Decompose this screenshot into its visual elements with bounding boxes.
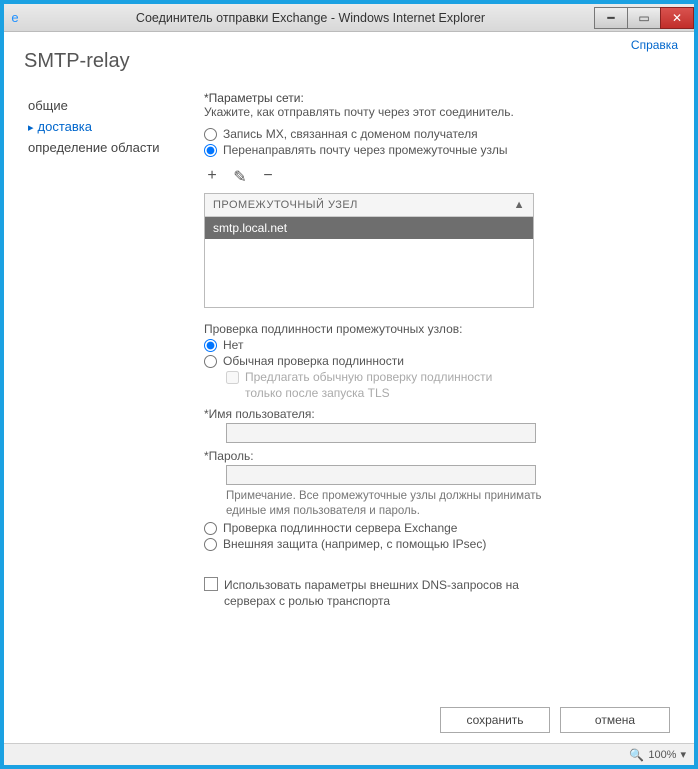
- auth-section-label: Проверка подлинности промежуточных узлов…: [204, 322, 678, 336]
- auth-note: Примечание. Все промежуточные узлы должн…: [226, 489, 546, 519]
- username-label: *Имя пользователя:: [204, 407, 678, 421]
- radio-smarthost-label: Перенаправлять почту через промежуточные…: [223, 143, 508, 157]
- smarthost-toolbar: + ✎ −: [204, 167, 678, 187]
- add-icon[interactable]: +: [204, 167, 220, 187]
- ie-icon: e: [4, 10, 26, 25]
- radio-auth-none[interactable]: [204, 339, 217, 352]
- save-button[interactable]: сохранить: [440, 707, 550, 733]
- remove-icon[interactable]: −: [260, 167, 276, 187]
- smarthost-list: ПРОМЕЖУТОЧНЫЙ УЗЕЛ ▲ smtp.local.net: [204, 193, 534, 308]
- radio-auth-basic-label: Обычная проверка подлинности: [223, 354, 404, 368]
- net-params-label: *Параметры сети:: [204, 91, 678, 105]
- edit-icon[interactable]: ✎: [232, 167, 248, 187]
- help-link[interactable]: Справка: [631, 38, 678, 52]
- radio-auth-none-label: Нет: [223, 338, 243, 352]
- close-button[interactable]: ✕: [660, 7, 694, 29]
- cancel-button[interactable]: отмена: [560, 707, 670, 733]
- sort-icon[interactable]: ▲: [514, 199, 525, 211]
- list-header-label: ПРОМЕЖУТОЧНЫЙ УЗЕЛ: [213, 199, 358, 211]
- radio-auth-exchange[interactable]: [204, 522, 217, 535]
- smarthost-list-body: smtp.local.net: [205, 217, 533, 307]
- radio-auth-exchange-label: Проверка подлинности сервера Exchange: [223, 521, 457, 535]
- sidebar: общие доставка определение области: [20, 91, 180, 697]
- statusbar: 🔍 100% ▾: [4, 743, 694, 765]
- sidebar-item-scope[interactable]: определение области: [20, 137, 180, 158]
- footer: сохранить отмена: [20, 697, 678, 739]
- list-item[interactable]: smtp.local.net: [205, 217, 533, 239]
- titlebar: e Соединитель отправки Exchange - Window…: [4, 4, 694, 32]
- zoom-dropdown-icon[interactable]: ▾: [680, 748, 686, 761]
- maximize-button[interactable]: ▭: [627, 7, 661, 29]
- main-panel: *Параметры сети: Укажите, как отправлять…: [204, 91, 678, 697]
- minimize-button[interactable]: ━: [594, 7, 628, 29]
- username-field: [226, 423, 536, 443]
- smarthost-list-header[interactable]: ПРОМЕЖУТОЧНЫЙ УЗЕЛ ▲: [205, 194, 533, 217]
- window-title: Соединитель отправки Exchange - Windows …: [26, 11, 595, 25]
- page-title: SMTP-relay: [24, 50, 678, 73]
- sidebar-item-delivery[interactable]: доставка: [20, 116, 180, 137]
- net-params-hint: Укажите, как отправлять почту через этот…: [204, 105, 678, 119]
- checkbox-external-dns-label: Использовать параметры внешних DNS-запро…: [224, 577, 524, 609]
- radio-mx-label: Запись MX, связанная с доменом получател…: [223, 127, 478, 141]
- password-label: *Пароль:: [204, 449, 678, 463]
- password-field: [226, 465, 536, 485]
- radio-mx[interactable]: [204, 128, 217, 141]
- checkbox-basic-tls-label: Предлагать обычную проверку подлинности …: [245, 370, 505, 401]
- checkbox-external-dns[interactable]: [204, 577, 218, 591]
- sidebar-item-general[interactable]: общие: [20, 95, 180, 116]
- checkbox-basic-tls: [226, 371, 239, 384]
- window: e Соединитель отправки Exchange - Window…: [0, 0, 698, 769]
- content: Справка SMTP-relay общие доставка опреде…: [4, 32, 694, 743]
- radio-auth-external-label: Внешняя защита (например, с помощью IPse…: [223, 537, 486, 551]
- radio-smarthost[interactable]: [204, 144, 217, 157]
- zoom-level: 100%: [648, 749, 676, 761]
- zoom-icon[interactable]: 🔍: [629, 748, 644, 762]
- radio-auth-external[interactable]: [204, 538, 217, 551]
- radio-auth-basic[interactable]: [204, 355, 217, 368]
